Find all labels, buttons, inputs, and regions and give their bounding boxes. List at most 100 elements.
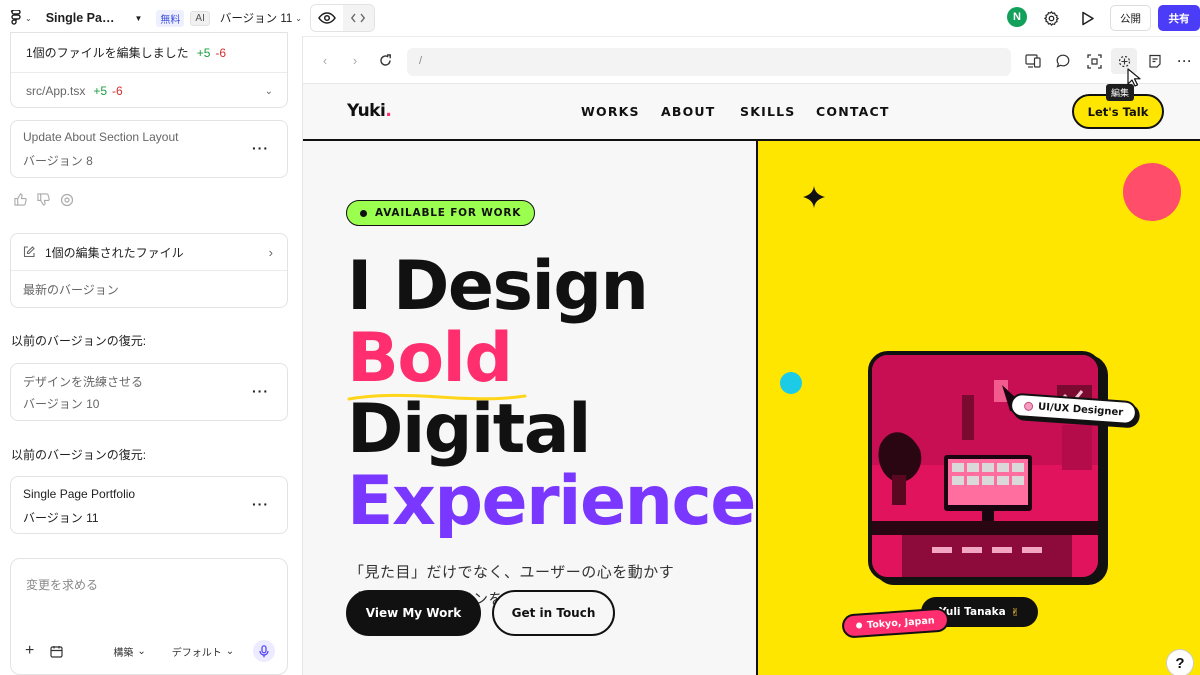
free-tag: 無料 bbox=[156, 9, 185, 27]
chevron-right-icon: › bbox=[268, 244, 273, 260]
peace-hand-icon: ✌ bbox=[1010, 605, 1020, 619]
location-badge: Tokyo, Japan bbox=[841, 607, 950, 639]
view-work-button[interactable]: View My Work bbox=[346, 590, 481, 636]
preview-browser-bar: ‹ › / ··· bbox=[303, 36, 1200, 84]
version-label: バージョン 10 bbox=[23, 397, 100, 411]
version-title: Update About Section Layout bbox=[23, 130, 179, 144]
prompt-composer[interactable]: 変更を求める + 構築 ⌄ デフォルト ⌄ bbox=[10, 558, 288, 675]
devices-icon bbox=[1025, 54, 1041, 68]
thumbs-down-icon[interactable] bbox=[37, 193, 50, 206]
version-card-8[interactable]: Update About Section Layout バージョン 8 ··· bbox=[10, 120, 288, 178]
publish-button[interactable]: 公開 bbox=[1110, 5, 1151, 31]
desk-workspace-illustration bbox=[872, 355, 1098, 577]
profile-photo bbox=[868, 351, 1102, 581]
structure-select-label: 構築 bbox=[113, 647, 134, 659]
mouse-cursor-icon bbox=[1127, 68, 1141, 87]
nav-link-works[interactable]: WORKS bbox=[581, 104, 640, 119]
headline-line-3: Digital bbox=[347, 390, 591, 469]
view-toggle bbox=[310, 4, 375, 32]
calendar-icon[interactable] bbox=[50, 645, 63, 658]
composer-input[interactable]: 変更を求める bbox=[26, 576, 98, 593]
ai-tag: AI bbox=[190, 10, 210, 26]
tagline-line-1: 「見た目」だけでなく、ユーザーの心を動かす bbox=[349, 564, 675, 581]
sparkle-icon bbox=[803, 186, 825, 208]
additions-count: +5 bbox=[196, 45, 211, 60]
responsive-view-button[interactable] bbox=[1024, 52, 1042, 70]
headline-line-1: I Design bbox=[347, 247, 649, 326]
figma-logo-icon bbox=[10, 10, 21, 25]
chevron-down-icon: ⌄ bbox=[225, 645, 235, 657]
add-attachment-icon[interactable]: + bbox=[25, 642, 34, 660]
version-title: Single Page Portfolio bbox=[23, 487, 136, 501]
code-view-button[interactable] bbox=[342, 5, 374, 31]
latest-version-label: 最新のバージョン bbox=[23, 282, 119, 297]
settings-button[interactable] bbox=[1042, 9, 1060, 27]
microphone-button[interactable] bbox=[253, 640, 275, 662]
thumbs-up-icon[interactable] bbox=[14, 193, 27, 206]
structure-select[interactable]: 構築 ⌄ bbox=[113, 644, 145, 659]
name-badge-label: Yuli Tanaka bbox=[939, 606, 1006, 618]
nav-link-about[interactable]: ABOUT bbox=[661, 104, 716, 119]
notes-button[interactable] bbox=[1146, 52, 1164, 70]
run-button[interactable] bbox=[1079, 9, 1097, 27]
model-select[interactable]: デフォルト ⌄ bbox=[172, 644, 234, 659]
site-logo-dot: . bbox=[385, 101, 392, 121]
site-logo-text: Yuki bbox=[347, 101, 386, 121]
more-options-icon[interactable]: ··· bbox=[1176, 52, 1194, 70]
project-name[interactable]: Single Pa… bbox=[46, 11, 115, 25]
pink-circle-decoration bbox=[1123, 163, 1181, 221]
edited-files-title: 1個のファイルを編集しました bbox=[26, 46, 189, 60]
edited-file-card: 1個の編集されたファイル › 最新のバージョン bbox=[10, 233, 288, 308]
get-in-touch-button[interactable]: Get in Touch bbox=[492, 590, 615, 636]
url-input[interactable]: / bbox=[407, 48, 1011, 76]
code-icon bbox=[351, 13, 366, 23]
edited-file-link[interactable]: 1個の編集されたファイル › bbox=[11, 234, 287, 271]
site-preview: Yuki. WORKS ABOUT SKILLS CONTACT Let's T… bbox=[303, 84, 1200, 675]
back-icon[interactable]: ‹ bbox=[318, 53, 332, 68]
file-name: src/App.tsx bbox=[26, 84, 86, 98]
project-header: ⌄ Single Pa… ▼ 無料 AI バージョン 11 ⌄ bbox=[0, 0, 303, 36]
edited-file-label: 1個の編集されたファイル bbox=[45, 245, 184, 260]
file-row[interactable]: src/App.tsx +5 -6 ⌄ bbox=[11, 73, 287, 109]
version-card-10[interactable]: デザインを洗練させる バージョン 10 ··· bbox=[10, 363, 288, 421]
comment-icon bbox=[1056, 54, 1070, 68]
comment-button[interactable] bbox=[1054, 52, 1072, 70]
nav-link-skills[interactable]: SKILLS bbox=[740, 104, 795, 119]
more-options-icon[interactable]: ··· bbox=[252, 383, 269, 399]
more-options-icon[interactable]: ··· bbox=[252, 140, 269, 156]
forward-icon[interactable]: › bbox=[348, 53, 362, 68]
restore-icon[interactable] bbox=[60, 193, 74, 207]
restore-section-label: 以前のバージョンの復元: bbox=[11, 448, 147, 462]
site-logo[interactable]: Yuki. bbox=[347, 101, 392, 121]
version-label: バージョン 11 bbox=[23, 511, 99, 525]
scan-select-icon bbox=[1086, 53, 1102, 69]
gear-icon bbox=[1043, 10, 1059, 26]
reload-icon bbox=[379, 53, 391, 66]
help-button[interactable]: ? bbox=[1166, 649, 1194, 675]
headline-line-2: Bold bbox=[347, 319, 513, 398]
chevron-down-icon: ⌄ bbox=[137, 645, 146, 657]
nav-link-contact[interactable]: CONTACT bbox=[816, 104, 890, 119]
pin-icon bbox=[855, 622, 863, 629]
feedback-bar bbox=[14, 193, 74, 207]
project-dropdown-icon[interactable]: ▼ bbox=[134, 14, 142, 23]
app-menu-button[interactable]: ⌄ bbox=[10, 10, 32, 26]
deletions-count: -6 bbox=[215, 45, 227, 60]
status-dot-icon bbox=[360, 209, 367, 217]
reload-button[interactable] bbox=[378, 53, 392, 67]
composer-toolbar: + 構築 ⌄ デフォルト ⌄ bbox=[25, 640, 275, 662]
file-additions: +5 bbox=[93, 84, 108, 98]
more-options-icon[interactable]: ··· bbox=[252, 496, 269, 512]
availability-label: AVAILABLE FOR WORK bbox=[375, 207, 522, 219]
play-icon bbox=[1082, 11, 1094, 25]
select-element-button[interactable] bbox=[1085, 52, 1103, 70]
preview-view-button[interactable] bbox=[311, 5, 343, 31]
share-button[interactable]: 共有 bbox=[1158, 5, 1200, 31]
user-avatar[interactable]: N bbox=[1007, 7, 1027, 27]
version-select[interactable]: バージョン 11 ⌄ bbox=[220, 10, 302, 26]
version-card-11[interactable]: Single Page Portfolio バージョン 11 ··· bbox=[10, 476, 288, 534]
latest-version-row: 最新のバージョン bbox=[11, 271, 287, 307]
eye-icon bbox=[317, 12, 336, 24]
site-header: Yuki. WORKS ABOUT SKILLS CONTACT Let's T… bbox=[303, 84, 1200, 141]
version-label: バージョン 8 bbox=[23, 154, 93, 168]
